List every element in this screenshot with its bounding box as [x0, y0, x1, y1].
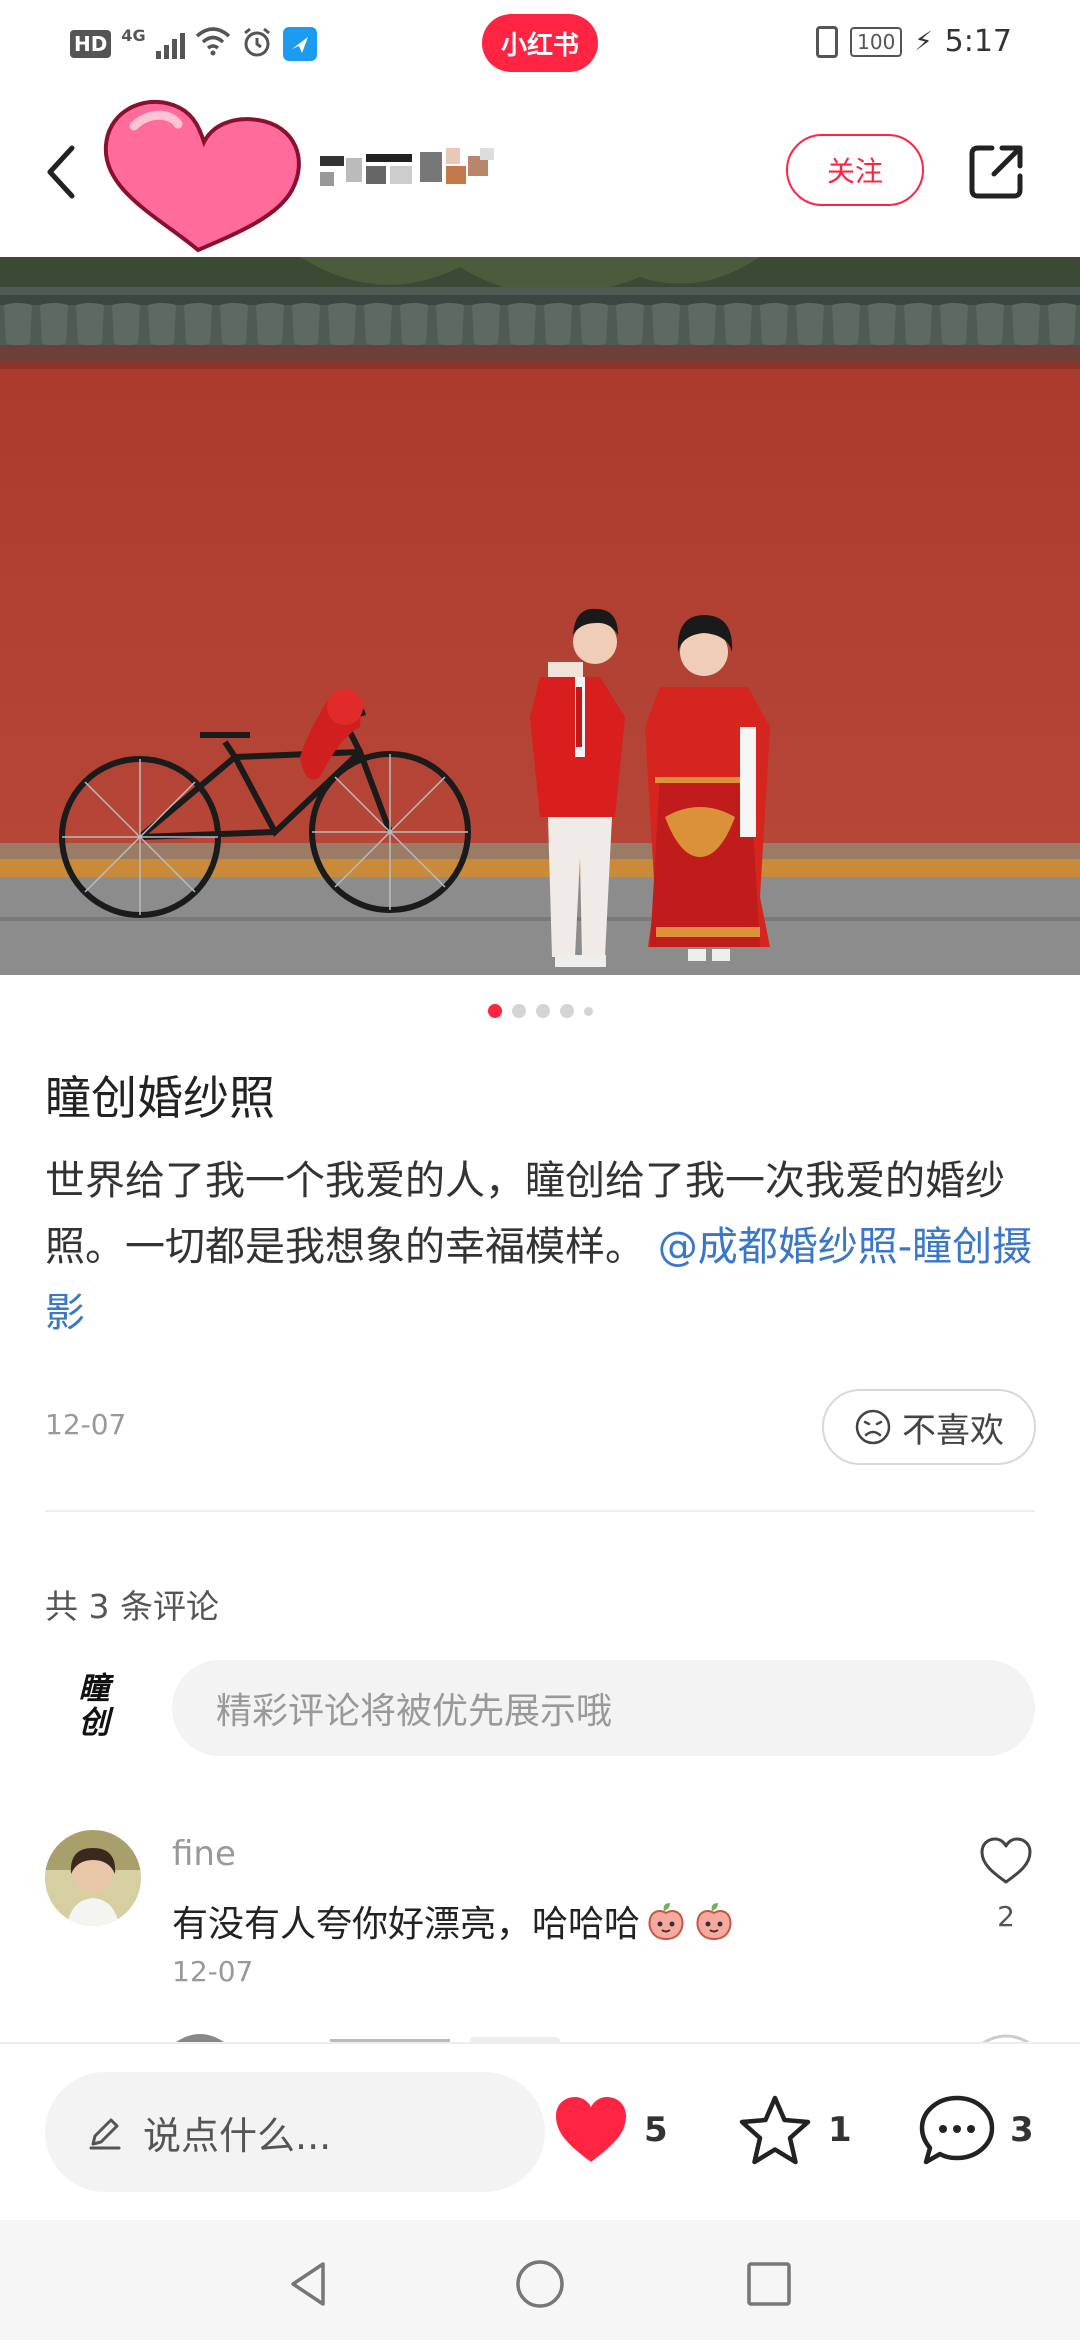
- roof-tile: [112, 303, 140, 346]
- roof-tile: [832, 303, 860, 346]
- like-button[interactable]: 5: [552, 2094, 668, 2166]
- dislike-label: 不喜欢: [902, 1410, 1004, 1451]
- roof-tile: [652, 303, 680, 346]
- commenter-photo: [45, 1830, 141, 1926]
- comment-count: 共 3 条评论: [45, 1587, 219, 1626]
- comment-text-content: 有没有人夸你好漂亮，哈哈哈: [172, 1904, 641, 1945]
- roof-tile: [1012, 303, 1040, 346]
- author-avatar[interactable]: [100, 90, 310, 255]
- speech-bubble-icon: [919, 2095, 995, 2165]
- heart-outline-icon: [980, 1837, 1032, 1884]
- app-notification-icon: [282, 27, 317, 61]
- comment-date: 12-07: [172, 1955, 254, 1988]
- post-body: 世界给了我一个我爱的人，瞳创给了我一次我爱的婚纱照。一切都是我想象的幸福模样。 …: [45, 1148, 1035, 1346]
- share-button[interactable]: [966, 142, 1026, 202]
- pagination-dot: [487, 1004, 502, 1018]
- my-avatar-text: 瞳 创: [78, 1671, 110, 1741]
- heart-filled-icon: [556, 2097, 626, 2162]
- comment-input[interactable]: 精彩评论将被优先展示哦: [172, 1660, 1035, 1756]
- favorite-count: 1: [828, 2110, 852, 2150]
- roof-tile: [724, 303, 752, 346]
- pagination-dot: [583, 1006, 593, 1016]
- roof-tile: [868, 303, 896, 346]
- roof-tile: [292, 303, 320, 346]
- pagination-dot: [511, 1004, 526, 1018]
- nav-recents-icon[interactable]: [743, 2258, 795, 2310]
- say-something-placeholder: 说点什么...: [143, 2113, 332, 2158]
- sad-face-icon: [855, 1409, 891, 1445]
- roof-tile: [328, 303, 356, 346]
- wedding-photo: [0, 257, 1080, 975]
- favorite-button[interactable]: 1: [736, 2094, 852, 2166]
- peach-emoji-icon: [648, 1903, 684, 1941]
- nav-home-icon[interactable]: [514, 2258, 566, 2310]
- roof-tile: [904, 303, 932, 346]
- bottom-action-bar: 说点什么... 5 1 3: [0, 2042, 1080, 2220]
- system-nav-bar: [0, 2220, 1080, 2340]
- wifi-icon: [195, 26, 231, 62]
- comment-like-button[interactable]: [978, 1836, 1034, 1886]
- roof-tile: [364, 303, 392, 346]
- say-something-input[interactable]: 说点什么...: [45, 2072, 545, 2192]
- network-type: 4G: [121, 26, 146, 45]
- roof-tile: [76, 303, 104, 346]
- roof-tile: [400, 303, 428, 346]
- alarm-icon: [241, 26, 273, 62]
- hd-indicator: HD: [70, 30, 112, 58]
- comment-like-count: 2: [997, 1900, 1015, 1933]
- like-count: 5: [644, 2110, 668, 2150]
- vibrate-icon: [816, 25, 839, 58]
- comment-button[interactable]: 3: [918, 2094, 1034, 2166]
- roof-tile: [688, 303, 716, 346]
- roof-tile: [4, 303, 32, 346]
- dislike-button[interactable]: 不喜欢: [822, 1389, 1036, 1465]
- roof-tile: [184, 303, 212, 346]
- divider: [45, 1510, 1035, 1512]
- author-name-blurred: [320, 146, 500, 196]
- roof-tile: [256, 303, 284, 346]
- peach-emoji-icon: [696, 1903, 732, 1941]
- roof-tile: [796, 303, 824, 346]
- comment-total: 3: [1010, 2110, 1034, 2150]
- roof-tile: [508, 303, 536, 346]
- roof-tile: [40, 303, 68, 346]
- roof-tile: [436, 303, 464, 346]
- star-outline-icon: [739, 2095, 811, 2165]
- heart-sticker-icon: [103, 99, 301, 253]
- roof-tile: [544, 303, 572, 346]
- next-comment-peek: [0, 2030, 1080, 2042]
- post-date: 12-07: [45, 1408, 127, 1441]
- pagination-dot: [535, 1004, 550, 1018]
- roof-tile: [976, 303, 1004, 346]
- roof-tile: [1048, 303, 1076, 346]
- roof-tile: [580, 303, 608, 346]
- commenter-name[interactable]: fine: [172, 1834, 236, 1874]
- image-pagination: [0, 1004, 1080, 1018]
- pagination-dot: [559, 1004, 574, 1018]
- roof-tile: [472, 303, 500, 346]
- follow-button[interactable]: 关注: [786, 134, 924, 206]
- back-button[interactable]: [40, 140, 84, 204]
- nav-back-icon[interactable]: [283, 2258, 335, 2310]
- pencil-icon: [89, 2118, 121, 2150]
- clock: 5:17: [944, 24, 1012, 59]
- roof-tile: [760, 303, 788, 346]
- comment-text: 有没有人夸你好漂亮，哈哈哈: [172, 1895, 736, 1947]
- signal-icon: [155, 29, 185, 59]
- top-nav: 关注: [0, 90, 1080, 255]
- roof-tile: [616, 303, 644, 346]
- share-icon: [969, 145, 1023, 199]
- roof-tile: [220, 303, 248, 346]
- post-title: 瞳创婚纱照: [45, 1071, 275, 1125]
- my-avatar[interactable]: 瞳 创: [62, 1672, 126, 1746]
- back-arrow-icon: [47, 145, 75, 199]
- roof-tile: [148, 303, 176, 346]
- post-image[interactable]: [0, 257, 1080, 975]
- brand-logo: 小红书: [482, 14, 598, 72]
- charging-icon: ⚡: [914, 26, 933, 57]
- battery-icon: 100: [850, 26, 903, 57]
- status-bar: HD 4G 小红书 100 ⚡ 5:17: [0, 0, 1080, 90]
- roof-tile: [940, 303, 968, 346]
- commenter-avatar[interactable]: [45, 1830, 141, 1926]
